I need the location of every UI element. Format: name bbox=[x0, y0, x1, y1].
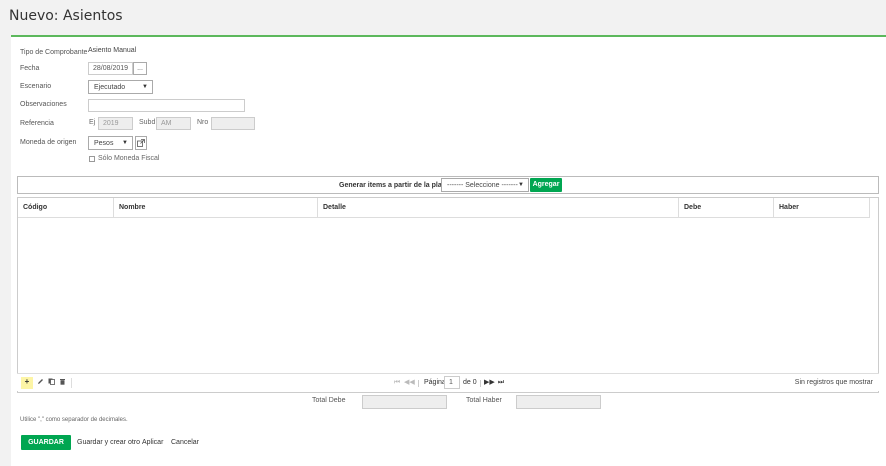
apply-button[interactable]: Aplicar bbox=[142, 439, 163, 446]
cancel-button[interactable]: Cancelar bbox=[171, 439, 199, 446]
last-page-icon[interactable]: ⏭ bbox=[496, 378, 506, 388]
column-header-codigo[interactable]: Código bbox=[18, 198, 114, 218]
escenario-label: Escenario bbox=[20, 83, 52, 90]
first-page-icon[interactable]: ⏮ bbox=[392, 378, 402, 388]
grid-footer: + ⏮ ◀◀ Página 1 de 0 ▶▶ ⏭ Sin registros … bbox=[17, 373, 879, 391]
page-count: de 0 bbox=[463, 379, 477, 386]
template-bar: Generar items a partir de la plantilla -… bbox=[17, 176, 879, 194]
subd-label: Subd bbox=[139, 119, 156, 126]
moneda-value: Pesos bbox=[94, 140, 114, 147]
chevron-down-icon: ▼ bbox=[518, 182, 524, 188]
solo-moneda-label: Sólo Moneda Fiscal bbox=[98, 155, 160, 162]
pager-divider-2 bbox=[480, 380, 481, 387]
trash-icon[interactable] bbox=[57, 378, 67, 388]
decimal-note: Utilice "," como separador de decimales. bbox=[20, 417, 128, 423]
toolbar-divider bbox=[71, 378, 72, 388]
total-debe-input bbox=[362, 395, 447, 409]
fecha-label: Fecha bbox=[20, 65, 40, 72]
prev-page-icon[interactable]: ◀◀ bbox=[404, 378, 415, 388]
date-picker-button[interactable]: ... bbox=[133, 62, 147, 75]
escenario-select[interactable]: Ejecutado ▼ bbox=[88, 80, 153, 94]
add-template-button[interactable]: Agregar bbox=[530, 178, 562, 192]
items-grid: Código Nombre Detalle Debe Haber bbox=[17, 197, 879, 393]
moneda-label: Moneda de origen bbox=[20, 139, 77, 146]
nro-label: Nro bbox=[197, 119, 209, 126]
copy-icon[interactable] bbox=[46, 378, 56, 388]
save-button[interactable]: GUARDAR bbox=[21, 435, 71, 450]
external-link-button[interactable] bbox=[135, 136, 147, 150]
form-panel: Tipo de Comprobante Asiento Manual Fecha… bbox=[11, 35, 886, 466]
pager-divider bbox=[418, 380, 419, 387]
fecha-input[interactable]: 28/08/2019 bbox=[88, 62, 133, 75]
column-header-haber[interactable]: Haber bbox=[774, 198, 870, 218]
nro-input bbox=[211, 117, 255, 130]
next-page-icon[interactable]: ▶▶ bbox=[484, 378, 495, 388]
no-records-text: Sin registros que mostrar bbox=[794, 379, 873, 386]
edit-icon[interactable] bbox=[35, 378, 45, 388]
chevron-down-icon: ▼ bbox=[142, 84, 148, 90]
template-select[interactable]: ------- Seleccione ------- ▼ bbox=[441, 178, 529, 192]
observaciones-label: Observaciones bbox=[20, 101, 67, 108]
page-title: Nuevo: Asientos bbox=[9, 8, 123, 24]
column-header-nombre[interactable]: Nombre bbox=[114, 198, 318, 218]
referencia-label: Referencia bbox=[20, 120, 54, 127]
chevron-down-icon: ▼ bbox=[122, 140, 128, 146]
add-icon[interactable]: + bbox=[21, 377, 33, 389]
total-haber-input bbox=[516, 395, 601, 409]
tipo-value: Asiento Manual bbox=[88, 47, 137, 54]
external-link-icon bbox=[137, 139, 145, 147]
tipo-label: Tipo de Comprobante bbox=[20, 49, 88, 56]
total-haber-label: Total Haber bbox=[466, 397, 502, 404]
total-debe-label: Total Debe bbox=[312, 397, 346, 404]
column-header-debe[interactable]: Debe bbox=[679, 198, 774, 218]
column-header-detalle[interactable]: Detalle bbox=[318, 198, 679, 218]
template-select-value: ------- Seleccione ------- bbox=[447, 182, 518, 189]
observaciones-input[interactable] bbox=[88, 99, 245, 112]
grid-header: Código Nombre Detalle Debe Haber bbox=[18, 198, 870, 218]
ej-input: 2019 bbox=[98, 117, 133, 130]
moneda-select[interactable]: Pesos ▼ bbox=[88, 136, 133, 150]
page-input[interactable]: 1 bbox=[444, 376, 460, 389]
solo-moneda-checkbox[interactable] bbox=[89, 156, 95, 162]
subd-input: AM bbox=[156, 117, 191, 130]
ej-label: Ej bbox=[89, 119, 96, 126]
escenario-value: Ejecutado bbox=[94, 84, 126, 91]
page-label: Página bbox=[424, 379, 446, 386]
save-new-button[interactable]: Guardar y crear otro bbox=[77, 439, 140, 446]
